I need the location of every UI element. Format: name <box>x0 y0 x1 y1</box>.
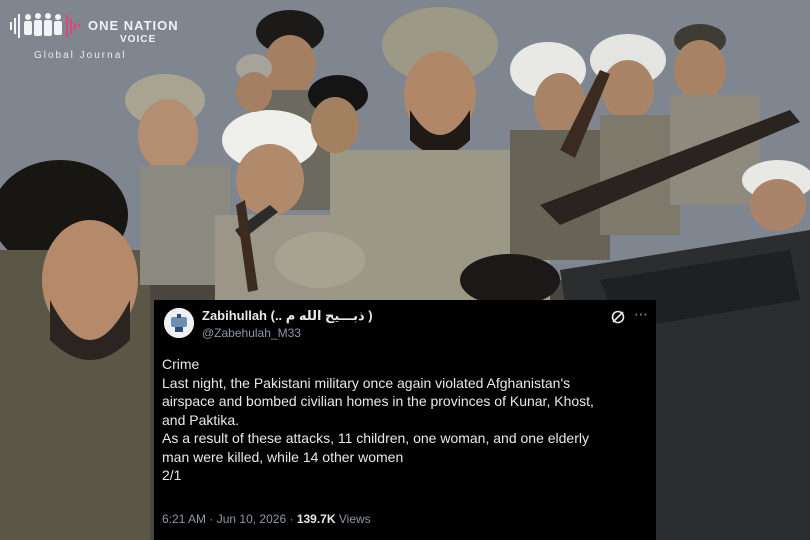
audio-wave-logo-icon <box>10 13 80 38</box>
tweet-line: Last night, the Pakistani military once … <box>162 374 571 391</box>
meta-separator: · <box>209 512 214 526</box>
author-name[interactable]: Zabihullah (.. ذبـــیح الله م ) <box>202 308 373 324</box>
grok-icon[interactable] <box>610 309 626 325</box>
meta-separator: · <box>289 512 294 526</box>
tweet-line: Crime <box>162 356 200 372</box>
tweet-card[interactable]: Zabihullah (.. ذبـــیح الله م ) @Zabehul… <box>154 300 656 540</box>
tweet-date[interactable]: Jun 10, 2026 <box>217 512 286 526</box>
tweet-line: airspace and bombed civilian homes in th… <box>162 393 594 409</box>
watermark: ONE NATION VOICE Global Journal <box>8 8 198 61</box>
watermark-tagline: Global Journal <box>34 50 127 61</box>
views-label: Views <box>338 512 371 526</box>
watermark-brand: ONE NATION <box>88 18 179 33</box>
tweet-line: 2/1 <box>162 467 182 483</box>
author-handle[interactable]: @Zabehulah_M33 <box>202 326 301 340</box>
views-count: 139.7K <box>296 512 336 526</box>
tweet-time[interactable]: 6:21 AM <box>162 512 206 526</box>
tweet-line: man were killed, while 14 other women <box>162 448 404 465</box>
tweet-line: As a result of these attacks, 11 childre… <box>162 430 589 446</box>
tweet-meta: 6:21 AM · Jun 10, 2026 · 139.7K Views <box>162 512 371 526</box>
tweet-line: and Paktika. <box>162 411 240 428</box>
watermark-brand-line2: VOICE <box>120 34 157 45</box>
tweet-text: Crime Last night, the Pakistani military… <box>162 355 652 485</box>
profile-image-icon <box>164 308 194 338</box>
more-options-icon[interactable]: ⋯ <box>632 305 650 323</box>
avatar[interactable] <box>164 308 194 338</box>
